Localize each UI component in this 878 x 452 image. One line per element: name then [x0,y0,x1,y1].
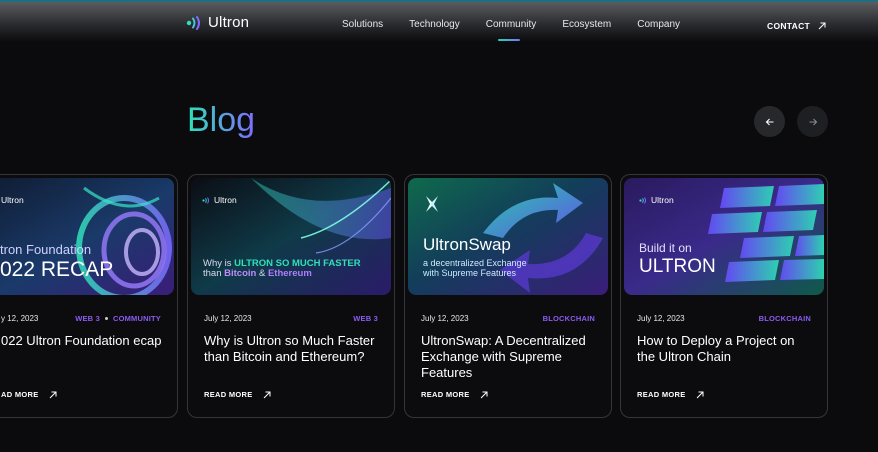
thumbnail-line-2: than Bitcoin & Ethereum [203,268,312,279]
top-navigation-bar: Ultron Solutions Technology Community Ec… [0,0,878,42]
nav-item-company[interactable]: Company [637,19,680,30]
thumbnail-logo-text: Ultron [1,195,24,205]
arrow-up-right-icon [263,391,271,398]
card-date: y 12, 2023 [1,314,39,323]
arrow-up-right-icon [49,391,57,398]
arrow-right-icon [809,118,817,125]
card-date: July 12, 2023 [637,314,685,323]
thumbnail-line-2: ULTRON [639,256,716,277]
ultron-logo-icon [202,196,209,204]
read-more-link[interactable]: AD MORE [1,390,57,399]
card-title[interactable]: Why is Ultron so Much Faster than Bitcoi… [204,333,380,365]
thumbnail-subtitle-1: a decentralized Exchange [423,258,527,268]
thumbnail-highlight: Ethereum [267,268,312,279]
arrow-left-icon [765,118,773,125]
site-logo[interactable]: Ultron [186,14,249,31]
card-meta: July 12, 2023 WEB 3 [204,314,378,323]
arrow-up-right-icon [818,22,826,30]
read-more-link[interactable]: READ MORE [204,390,271,399]
card-meta: y 12, 2023 WEB 3 COMMUNITY [1,314,161,323]
main-nav: Solutions Technology Community Ecosystem… [342,19,680,30]
card-meta: July 12, 2023 BLOCKCHAIN [637,314,811,323]
ultron-logo-icon [639,196,646,204]
carousel-prev-button[interactable] [754,106,785,137]
contact-label: CONTACT [767,21,811,31]
read-more-label: AD MORE [1,390,39,399]
read-more-label: READ MORE [421,390,470,399]
card-tags: BLOCKCHAIN [759,314,811,323]
blog-card[interactable]: UltronSwap a decentralized Exchange with… [404,174,612,418]
thumbnail-logo: Ultron [639,195,674,205]
thumbnail-line-1: Build it on [639,241,692,255]
arrow-up-right-icon [696,391,704,398]
card-date: July 12, 2023 [204,314,252,323]
card-tag[interactable]: BLOCKCHAIN [759,314,811,323]
logo-text: Ultron [208,14,250,31]
thumbnail-text: & [256,268,268,279]
thumbnail-logo-text: Ultron [651,195,674,205]
blog-card[interactable]: Ultron Build it on ULTRON July 12, 2023 … [620,174,828,418]
blog-card[interactable]: Ultron Why is ULTRON SO MUCH FASTER than… [187,174,395,418]
blog-heading: Blog [187,101,256,139]
read-more-link[interactable]: READ MORE [637,390,704,399]
thumbnail-subtitle-2: with Supreme Features [423,268,517,278]
thumbnail-text: than [203,268,225,279]
card-tag[interactable]: BLOCKCHAIN [543,314,595,323]
card-meta: July 12, 2023 BLOCKCHAIN [421,314,595,323]
carousel-next-button[interactable] [797,106,828,137]
active-nav-indicator [498,39,520,41]
nav-item-solutions[interactable]: Solutions [342,19,383,30]
arrow-up-right-icon [480,391,488,398]
thumbnail-logo-text: Ultron [214,195,237,205]
nav-item-technology[interactable]: Technology [409,19,460,30]
card-tags: WEB 3 [353,314,378,323]
read-more-label: READ MORE [637,390,686,399]
card-tags: WEB 3 COMMUNITY [75,314,161,323]
thumbnail-title: UltronSwap [423,235,511,254]
contact-link[interactable]: CONTACT [767,21,826,31]
card-title[interactable]: UltronSwap: A Decentralized Exchange wit… [421,333,597,381]
thumbnail-line-2: 022 RECAP [0,258,114,281]
blog-card[interactable]: Ultron tron Foundation 022 RECAP y 12, 2… [0,174,178,418]
card-title[interactable]: How to Deploy a Project on the Ultron Ch… [637,333,813,365]
card-tags: BLOCKCHAIN [543,314,595,323]
read-more-link[interactable]: READ MORE [421,390,488,399]
nav-item-ecosystem[interactable]: Ecosystem [562,19,611,30]
nav-item-community[interactable]: Community [486,19,537,30]
card-title[interactable]: 022 Ultron Foundation ecap [1,333,163,349]
card-tag[interactable]: WEB 3 [75,314,100,323]
read-more-label: READ MORE [204,390,253,399]
card-tag[interactable]: WEB 3 [353,314,378,323]
thumbnail-line-1: tron Foundation [0,242,92,257]
card-tag[interactable]: COMMUNITY [113,314,161,323]
thumbnail-highlight: Bitcoin [224,268,257,279]
card-date: July 12, 2023 [421,314,469,323]
tag-separator-dot [104,317,108,320]
thumbnail-logo: Ultron [202,195,237,205]
ultron-logo-icon [186,15,200,30]
